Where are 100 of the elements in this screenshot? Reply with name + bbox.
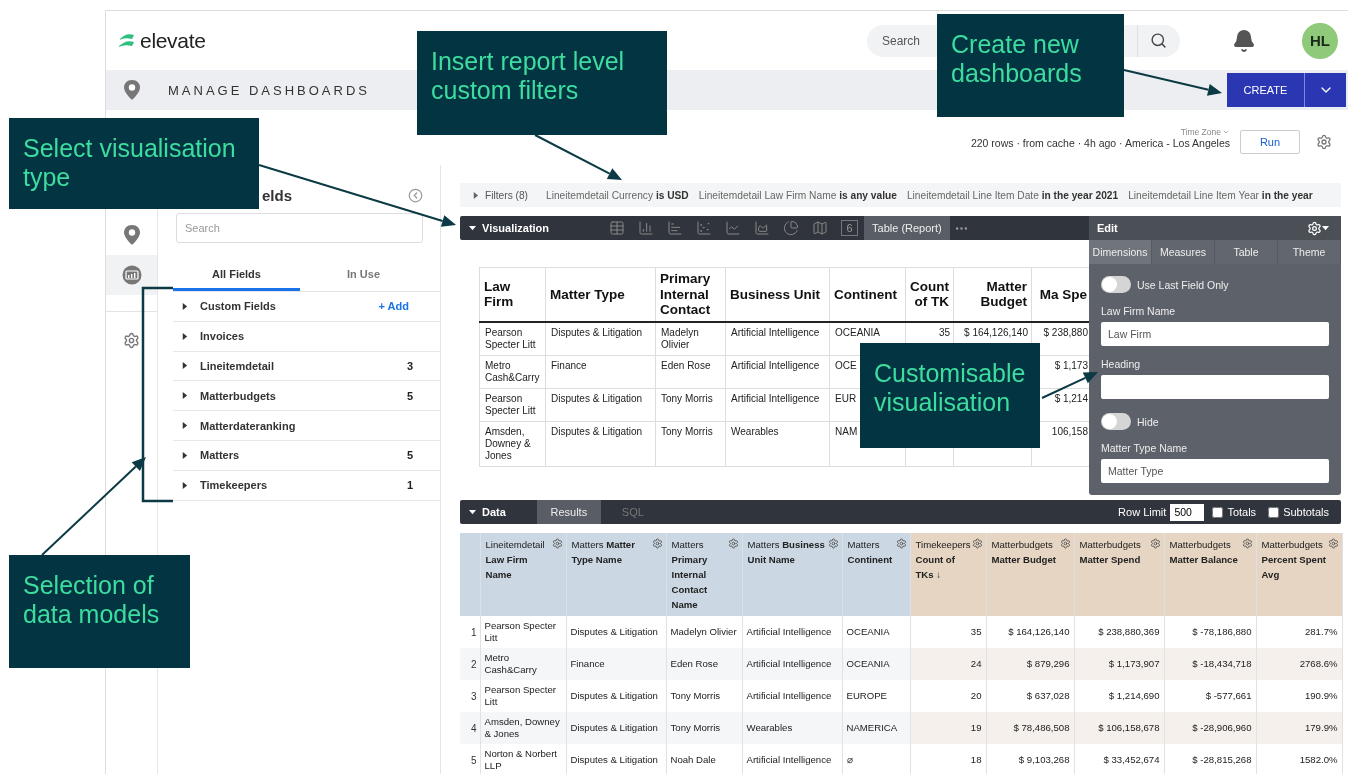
table-cell: $ -28,906,960 <box>1164 712 1256 744</box>
table-cell: 24 <box>910 648 986 680</box>
filter-chip[interactable]: Lineitemdetail Line Item Year in the year <box>1128 189 1313 201</box>
table-cell: Disputes & Litigation <box>545 421 656 467</box>
edit-tab[interactable]: Dimensions <box>1089 240 1152 264</box>
settings-icon[interactable] <box>727 538 739 549</box>
add-link[interactable]: + Add <box>378 300 409 313</box>
field-group-row[interactable]: Lineitemdetail 3 <box>173 351 440 382</box>
caret-icon <box>181 302 188 310</box>
checkbox[interactable] <box>1212 506 1224 518</box>
scatter-chart-icon[interactable] <box>696 220 713 236</box>
settings-icon[interactable] <box>1059 538 1071 549</box>
row-number: 5 <box>460 744 480 774</box>
table-cell: Amsden, Downey & Jones <box>479 421 546 467</box>
settings-icon[interactable] <box>1316 133 1332 150</box>
pie-chart-icon[interactable] <box>783 220 800 236</box>
create-menu-button[interactable] <box>1304 73 1346 107</box>
single-value-icon[interactable]: 6 <box>841 220 859 236</box>
field-tab[interactable]: All Fields <box>173 260 300 291</box>
settings-icon[interactable] <box>971 538 983 549</box>
column-header: Continent <box>829 267 906 322</box>
settings-icon[interactable] <box>1149 538 1161 549</box>
field-label: Law Firm Name <box>1101 305 1177 317</box>
edit-tab[interactable]: Theme <box>1278 240 1341 264</box>
row-limit-input[interactable]: 500 <box>1170 503 1205 521</box>
toggle-switch[interactable] <box>1101 413 1131 430</box>
table-cell: $ 1,214,690 <box>1074 680 1164 712</box>
caret-icon <box>181 422 188 430</box>
callout-label: Selection of data models <box>9 555 190 668</box>
column-chart-icon[interactable] <box>638 220 655 236</box>
create-button[interactable]: CREATE <box>1227 73 1304 107</box>
settings-icon[interactable] <box>123 331 140 349</box>
bar-chart-icon[interactable] <box>667 220 684 236</box>
table-cell: Wearables <box>725 421 830 467</box>
dashboard-icon[interactable] <box>121 265 142 285</box>
text-input[interactable]: Matter Type <box>1101 459 1329 483</box>
settings-icon[interactable] <box>1327 538 1339 549</box>
table-cell: $ 637,028 <box>986 680 1074 712</box>
checkbox[interactable] <box>1268 506 1280 518</box>
selected-chart-type[interactable]: Table (Report) <box>864 216 950 240</box>
filters-toggle[interactable]: Filters (8) <box>485 189 528 201</box>
settings-icon[interactable] <box>827 538 839 549</box>
field-group-row[interactable]: Matterdateranking <box>173 411 440 441</box>
callout-label: Create new dashboards <box>937 14 1124 117</box>
column-header: Matter Budget <box>953 267 1032 322</box>
field-group-row[interactable]: Matters 5 <box>173 441 440 471</box>
field-group-row[interactable]: Timekeepers 1 <box>173 470 440 501</box>
table-cell: 20 <box>910 680 986 712</box>
map-pin-icon[interactable] <box>121 224 142 246</box>
user-avatar[interactable]: HL <box>1302 22 1338 59</box>
table-cell: OCEANIA <box>842 616 910 648</box>
checkbox-label: Subtotals <box>1283 506 1329 518</box>
settings-icon[interactable] <box>1241 538 1253 549</box>
area-chart-icon[interactable] <box>754 220 771 236</box>
table-cell: ⌀ <box>842 744 910 774</box>
filter-chip[interactable]: Lineitemdetail Line Item Date in the year 2021 <box>906 189 1119 201</box>
run-button[interactable]: Run <box>1240 129 1300 154</box>
filter-chip[interactable]: Lineitemdetail Law Firm Name is any value <box>698 189 897 201</box>
collapse-icon[interactable] <box>408 187 423 203</box>
table-cell: 179.9% <box>1256 712 1342 744</box>
search-button[interactable] <box>1124 24 1180 57</box>
table-cell: 18 <box>910 744 986 774</box>
table-cell: Artificial Intelligence <box>742 648 842 680</box>
table-cell: Eden Rose <box>666 648 742 680</box>
field-search-input[interactable]: Search <box>176 213 423 243</box>
map-pin-icon[interactable] <box>122 79 142 101</box>
field-group-name: Matterdateranking <box>200 419 297 432</box>
table-cell: Pearson Specter Litt <box>480 616 566 648</box>
text-input[interactable]: Law Firm <box>1101 322 1329 346</box>
time-zone-label[interactable]: Time Zone <box>1180 126 1230 137</box>
settings-icon[interactable] <box>895 538 907 549</box>
map-chart-icon[interactable] <box>812 220 829 236</box>
line-chart-icon[interactable] <box>725 220 742 236</box>
field-group-row[interactable]: Custom Fields + Add <box>173 292 440 322</box>
table-cell: 1582.0% <box>1256 744 1342 774</box>
table-cell: Tony Morris <box>655 421 726 467</box>
dashboard-nav-item[interactable] <box>106 255 157 295</box>
search-icon <box>1150 32 1167 49</box>
bell-icon[interactable] <box>1232 28 1256 53</box>
data-tab[interactable]: Results <box>536 500 601 524</box>
search-field[interactable]: Search <box>867 24 937 57</box>
filter-chip[interactable]: Lineitemdetail Currency is USD <box>546 189 689 201</box>
field-tab[interactable]: In Use <box>300 260 427 291</box>
field-group-name: Matters <box>200 449 241 462</box>
field-group-row[interactable]: Matterbudgets 5 <box>173 381 440 412</box>
edit-tab[interactable]: Table <box>1215 240 1278 264</box>
settings-icon[interactable] <box>551 538 563 549</box>
field-label: Heading <box>1101 358 1142 370</box>
edit-tab[interactable]: Measures <box>1152 240 1215 264</box>
field-group-row[interactable]: Invoices <box>173 321 440 352</box>
data-label[interactable]: Data <box>482 506 506 518</box>
caret-icon <box>181 451 188 459</box>
table-chart-icon[interactable] <box>609 220 626 236</box>
settings-icon[interactable] <box>651 538 663 549</box>
table-cell: Artificial Intelligence <box>725 355 830 389</box>
visualization-label[interactable]: Visualization <box>482 222 550 234</box>
caret-icon <box>181 392 188 400</box>
text-input[interactable] <box>1101 375 1329 399</box>
toggle-switch[interactable] <box>1101 276 1131 293</box>
table-cell: 19 <box>910 712 986 744</box>
